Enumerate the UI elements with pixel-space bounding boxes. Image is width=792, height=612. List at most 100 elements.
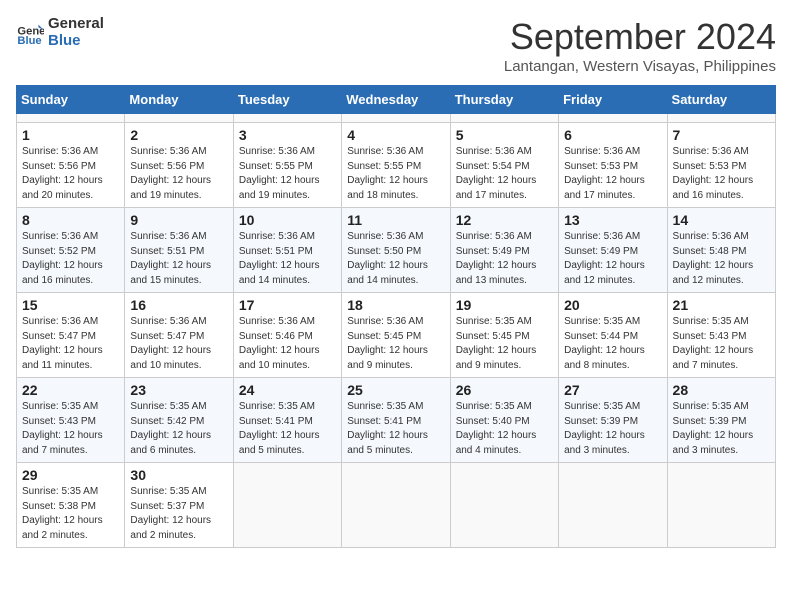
day-number: 28: [673, 382, 770, 398]
calendar-cell: 16Sunrise: 5:36 AM Sunset: 5:47 PM Dayli…: [125, 293, 233, 378]
calendar-cell: [667, 463, 775, 548]
calendar-cell: 28 Sunrise: 5:35 AM Sunset: 5:39 PM Dayli…: [667, 378, 775, 463]
day-number: 13: [564, 212, 661, 228]
day-info: Sunrise: 5:36 AM Sunset: 5:50 PM Dayligh…: [347, 230, 444, 288]
calendar-cell: 8Sunrise: 5:36 AM Sunset: 5:52 PM Daylig…: [17, 208, 125, 293]
day-info: Sunrise: 5:36 AM Sunset: 5:46 PM Dayligh…: [239, 315, 336, 373]
calendar-cell: 9 Sunrise: 5:36 AM Sunset: 5:51 PM Daylig…: [125, 208, 233, 293]
day-number: 20: [564, 297, 661, 313]
day-info: Sunrise: 5:36 AM Sunset: 5:49 PM Dayligh…: [456, 230, 553, 288]
month-title: September 2024: [504, 16, 776, 58]
day-number: 7: [673, 127, 770, 143]
day-info: Sunrise: 5:35 AM Sunset: 5:38 PM Dayligh…: [22, 485, 119, 543]
svg-text:Blue: Blue: [17, 35, 41, 47]
day-info: Sunrise: 5:35 AM Sunset: 5:43 PM Dayligh…: [673, 315, 770, 373]
calendar-cell: 6 Sunrise: 5:36 AM Sunset: 5:53 PM Daylig…: [559, 123, 667, 208]
calendar-week-row: [17, 114, 776, 123]
calendar-cell: [125, 114, 233, 123]
calendar-cell: 4Sunrise: 5:36 AM Sunset: 5:55 PM Daylig…: [342, 123, 450, 208]
day-info: Sunrise: 5:35 AM Sunset: 5:42 PM Dayligh…: [130, 400, 227, 458]
calendar-cell: [233, 114, 341, 123]
calendar-cell: 3 Sunrise: 5:36 AM Sunset: 5:55 PM Daylig…: [233, 123, 341, 208]
logo-general: General: [48, 16, 104, 33]
day-number: 21: [673, 297, 770, 313]
calendar-cell: [17, 114, 125, 123]
day-info: Sunrise: 5:35 AM Sunset: 5:43 PM Dayligh…: [22, 400, 119, 458]
day-number: 6: [564, 127, 661, 143]
day-info: Sunrise: 5:36 AM Sunset: 5:54 PM Dayligh…: [456, 145, 553, 203]
day-number: 24: [239, 382, 336, 398]
calendar-cell: 29 Sunrise: 5:35 AM Sunset: 5:38 PM Dayli…: [17, 463, 125, 548]
calendar-cell: 14 Sunrise: 5:36 AM Sunset: 5:48 PM Dayli…: [667, 208, 775, 293]
calendar-cell: 12 Sunrise: 5:36 AM Sunset: 5:49 PM Dayli…: [450, 208, 558, 293]
day-info: Sunrise: 5:35 AM Sunset: 5:39 PM Dayligh…: [673, 400, 770, 458]
calendar-cell: 5 Sunrise: 5:36 AM Sunset: 5:54 PM Daylig…: [450, 123, 558, 208]
day-number: 22: [22, 382, 119, 398]
calendar-cell: 23 Sunrise: 5:35 AM Sunset: 5:42 PM Dayli…: [125, 378, 233, 463]
calendar-cell: 25Sunrise: 5:35 AM Sunset: 5:41 PM Dayli…: [342, 378, 450, 463]
weekday-header-saturday: Saturday: [667, 86, 775, 114]
day-number: 23: [130, 382, 227, 398]
day-info: Sunrise: 5:36 AM Sunset: 5:53 PM Dayligh…: [673, 145, 770, 203]
day-info: Sunrise: 5:36 AM Sunset: 5:49 PM Dayligh…: [564, 230, 661, 288]
calendar-cell: [559, 114, 667, 123]
day-number: 25: [347, 382, 444, 398]
calendar-cell: 21 Sunrise: 5:35 AM Sunset: 5:43 PM Dayli…: [667, 293, 775, 378]
calendar-cell: 17 Sunrise: 5:36 AM Sunset: 5:46 PM Dayli…: [233, 293, 341, 378]
calendar-cell: 11Sunrise: 5:36 AM Sunset: 5:50 PM Dayli…: [342, 208, 450, 293]
day-number: 3: [239, 127, 336, 143]
day-number: 14: [673, 212, 770, 228]
day-info: Sunrise: 5:35 AM Sunset: 5:44 PM Dayligh…: [564, 315, 661, 373]
day-info: Sunrise: 5:35 AM Sunset: 5:40 PM Dayligh…: [456, 400, 553, 458]
day-number: 2: [130, 127, 227, 143]
day-number: 29: [22, 467, 119, 483]
calendar-cell: 20 Sunrise: 5:35 AM Sunset: 5:44 PM Dayli…: [559, 293, 667, 378]
day-number: 27: [564, 382, 661, 398]
day-number: 10: [239, 212, 336, 228]
day-number: 12: [456, 212, 553, 228]
day-info: Sunrise: 5:35 AM Sunset: 5:41 PM Dayligh…: [239, 400, 336, 458]
day-number: 19: [456, 297, 553, 313]
day-info: Sunrise: 5:36 AM Sunset: 5:55 PM Dayligh…: [239, 145, 336, 203]
calendar-cell: 30Sunrise: 5:35 AM Sunset: 5:37 PM Dayli…: [125, 463, 233, 548]
weekday-header-monday: Monday: [125, 86, 233, 114]
calendar-cell: 19 Sunrise: 5:35 AM Sunset: 5:45 PM Dayli…: [450, 293, 558, 378]
day-number: 5: [456, 127, 553, 143]
day-info: Sunrise: 5:35 AM Sunset: 5:39 PM Dayligh…: [564, 400, 661, 458]
day-info: Sunrise: 5:36 AM Sunset: 5:52 PM Dayligh…: [22, 230, 119, 288]
day-info: Sunrise: 5:36 AM Sunset: 5:47 PM Dayligh…: [22, 315, 119, 373]
day-number: 1: [22, 127, 119, 143]
calendar-cell: [342, 463, 450, 548]
calendar-cell: 26Sunrise: 5:35 AM Sunset: 5:40 PM Dayli…: [450, 378, 558, 463]
calendar-week-row: 22 Sunrise: 5:35 AM Sunset: 5:43 PM Dayli…: [17, 378, 776, 463]
logo-icon: General Blue: [16, 19, 44, 47]
day-number: 17: [239, 297, 336, 313]
day-number: 18: [347, 297, 444, 313]
day-info: Sunrise: 5:36 AM Sunset: 5:45 PM Dayligh…: [347, 315, 444, 373]
logo: General Blue General Blue: [16, 16, 104, 49]
weekday-header-sunday: Sunday: [17, 86, 125, 114]
day-info: Sunrise: 5:36 AM Sunset: 5:56 PM Dayligh…: [22, 145, 119, 203]
calendar-cell: 2Sunrise: 5:36 AM Sunset: 5:56 PM Daylig…: [125, 123, 233, 208]
day-info: Sunrise: 5:35 AM Sunset: 5:45 PM Dayligh…: [456, 315, 553, 373]
calendar-cell: [233, 463, 341, 548]
day-number: 15: [22, 297, 119, 313]
calendar-cell: 27 Sunrise: 5:35 AM Sunset: 5:39 PM Dayli…: [559, 378, 667, 463]
calendar-cell: 7 Sunrise: 5:36 AM Sunset: 5:53 PM Daylig…: [667, 123, 775, 208]
calendar-cell: [450, 114, 558, 123]
title-block: September 2024 Lantangan, Western Visaya…: [504, 16, 776, 75]
calendar-table: SundayMondayTuesdayWednesdayThursdayFrid…: [16, 85, 776, 548]
day-info: Sunrise: 5:36 AM Sunset: 5:53 PM Dayligh…: [564, 145, 661, 203]
calendar-header-row: SundayMondayTuesdayWednesdayThursdayFrid…: [17, 86, 776, 114]
day-number: 9: [130, 212, 227, 228]
page-header: General Blue General Blue September 2024…: [16, 16, 776, 75]
calendar-cell: 13 Sunrise: 5:36 AM Sunset: 5:49 PM Dayli…: [559, 208, 667, 293]
calendar-cell: [559, 463, 667, 548]
weekday-header-wednesday: Wednesday: [342, 86, 450, 114]
day-number: 16: [130, 297, 227, 313]
day-info: Sunrise: 5:36 AM Sunset: 5:48 PM Dayligh…: [673, 230, 770, 288]
calendar-cell: [342, 114, 450, 123]
calendar-week-row: 8Sunrise: 5:36 AM Sunset: 5:52 PM Daylig…: [17, 208, 776, 293]
day-info: Sunrise: 5:36 AM Sunset: 5:51 PM Dayligh…: [130, 230, 227, 288]
calendar-cell: 1 Sunrise: 5:36 AM Sunset: 5:56 PM Daylig…: [17, 123, 125, 208]
